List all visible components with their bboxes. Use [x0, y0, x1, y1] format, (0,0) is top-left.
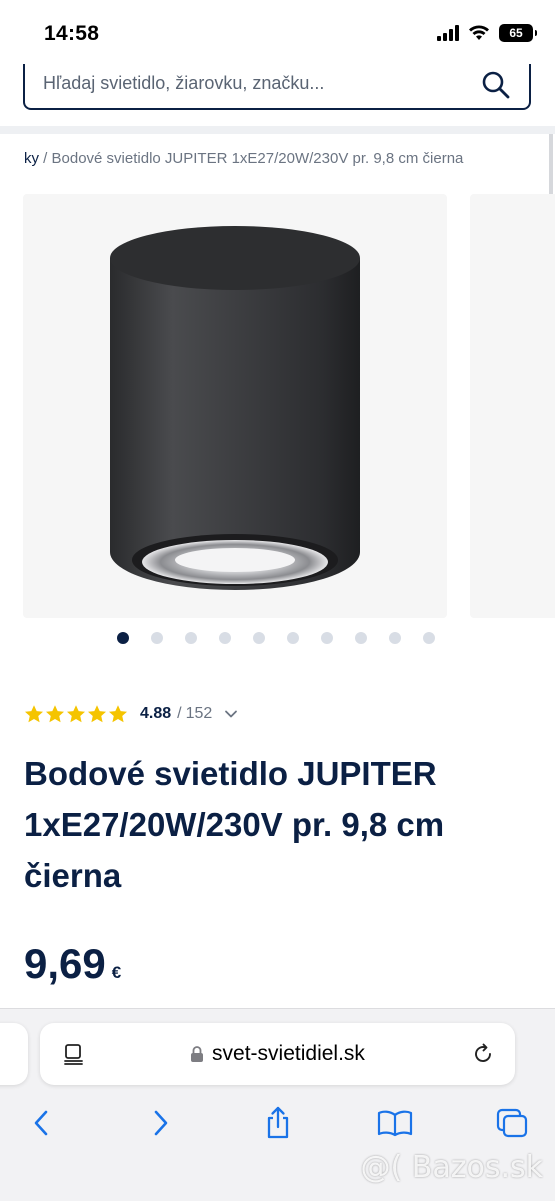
status-bar: 14:58 65: [0, 0, 555, 66]
star-icon: [67, 705, 85, 723]
chevron-right-icon: [154, 1110, 168, 1136]
search-placeholder: Hľadaj svietidlo, žiarovku, značku...: [43, 73, 325, 93]
battery-level: 65: [509, 26, 523, 40]
rating-count: 152: [185, 705, 213, 722]
price-value: 9,69: [24, 940, 106, 987]
status-time: 14:58: [44, 22, 100, 45]
product-title: Bodové svietidlo JUPITER 1xE27/20W/230V …: [24, 755, 445, 894]
gallery-dot-active[interactable]: [117, 632, 129, 644]
gallery-dot[interactable]: [321, 632, 333, 644]
url-display: svet-svietidiel.sk: [40, 1042, 515, 1066]
product-price: 9,69 €: [24, 940, 121, 988]
breadcrumb-link[interactable]: ky: [24, 150, 39, 167]
bookmarks-button[interactable]: [373, 1101, 417, 1145]
gallery-dot[interactable]: [355, 632, 367, 644]
search-input[interactable]: Hľadaj svietidlo, žiarovku, značku...: [23, 64, 531, 110]
gallery-dot[interactable]: [151, 632, 163, 644]
search-icon[interactable]: [481, 70, 511, 100]
gallery-pagination: [117, 632, 435, 644]
previous-tab-preview[interactable]: [0, 1023, 28, 1085]
star-icon: [46, 705, 64, 723]
star-icon: [25, 705, 43, 723]
breadcrumb-separator: /: [43, 150, 48, 167]
product-image[interactable]: [23, 194, 447, 618]
watermark: @( Bazos.sk: [360, 1150, 543, 1185]
wifi-icon: [469, 25, 489, 40]
url-text: svet-svietidiel.sk: [212, 1042, 365, 1065]
book-icon: [377, 1110, 413, 1137]
gallery-dot[interactable]: [389, 632, 401, 644]
star-icon: [88, 705, 106, 723]
tabs-icon: [496, 1108, 528, 1138]
price-currency: €: [111, 963, 122, 982]
share-button[interactable]: [256, 1101, 300, 1145]
gallery-dot[interactable]: [185, 632, 197, 644]
search-bar: Hľadaj svietidlo, žiarovku, značku...: [0, 64, 555, 126]
rating-separator: /: [177, 705, 182, 722]
rating-stars: [24, 704, 128, 724]
spotlight-illustration: [110, 226, 360, 590]
chevron-down-icon[interactable]: [224, 707, 238, 721]
gallery-dot[interactable]: [287, 632, 299, 644]
lock-icon: [191, 1046, 204, 1062]
chevron-left-icon: [34, 1110, 48, 1136]
next-image-preview[interactable]: [470, 194, 555, 618]
address-bar[interactable]: svet-svietidiel.sk: [40, 1023, 515, 1085]
breadcrumb-current: Bodové svietidlo JUPITER 1xE27/20W/230V …: [51, 150, 464, 167]
battery-icon: 65: [499, 24, 537, 42]
status-icons: 65: [437, 24, 537, 42]
forward-button[interactable]: [139, 1101, 183, 1145]
gallery-dot[interactable]: [219, 632, 231, 644]
breadcrumb: ky / Bodové svietidlo JUPITER 1xE27/20W/…: [24, 150, 463, 167]
divider-band: [0, 126, 555, 134]
gallery-dot[interactable]: [423, 632, 435, 644]
tabs-button[interactable]: [490, 1101, 534, 1145]
signal-icon: [437, 25, 459, 41]
browser-toolbar: [0, 1101, 555, 1145]
share-icon: [267, 1106, 289, 1139]
back-button[interactable]: [19, 1101, 63, 1145]
star-icon: [109, 705, 127, 723]
product-rating[interactable]: 4.88 / 152: [24, 704, 238, 724]
gallery-dot[interactable]: [253, 632, 265, 644]
rating-value: 4.88: [140, 705, 172, 722]
reload-icon[interactable]: [471, 1042, 495, 1066]
